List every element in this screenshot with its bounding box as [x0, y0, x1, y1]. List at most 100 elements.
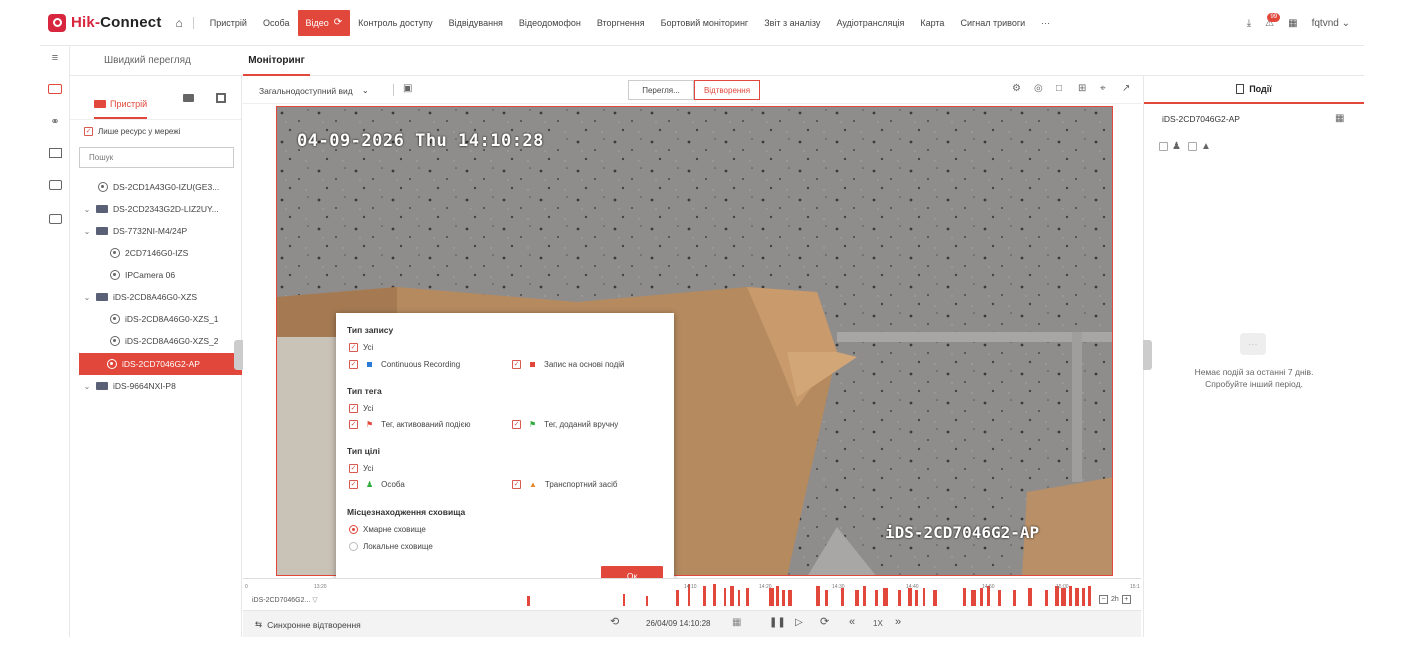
user-menu[interactable]: fqtvnd ⌄	[1312, 18, 1350, 29]
tab-device-list[interactable]: Пристрій	[94, 93, 148, 119]
chevron-down-icon[interactable]: ⌄	[82, 227, 92, 236]
calendar-icon[interactable]: ▦	[1335, 113, 1344, 124]
online-only-label: Лише ресурс у мережі	[98, 127, 181, 136]
nav-item-attendance[interactable]: Відвідування	[441, 0, 511, 45]
notification-icon[interactable]: ⚠ 99	[1265, 12, 1281, 29]
tree-item-camera[interactable]: DS-2CD1A43G0-IZU(GE3...	[70, 176, 241, 198]
next-frame-icon[interactable]: ▷	[795, 617, 803, 628]
tree-item-label: iDS-2CD8A46G0-XZS	[113, 292, 198, 302]
calendar-icon[interactable]: ▦	[732, 617, 741, 628]
nav-item-video-intercom[interactable]: Відеодомофон	[511, 0, 589, 45]
camera-icon	[110, 314, 120, 324]
sync-playback-button[interactable]: ⇆ Синхронне відтворення	[255, 619, 361, 630]
playback-timeline[interactable]: 0 13:20 14:10 14:20 14:30 14:40 14:50 15…	[243, 578, 1141, 610]
speed-up-icon[interactable]: »	[895, 616, 901, 628]
slow-down-icon[interactable]: «	[849, 616, 855, 628]
calendar-icon[interactable]: ▦	[1288, 18, 1297, 29]
timeline-recording-segments	[527, 584, 1091, 606]
grid-icon[interactable]	[216, 93, 226, 103]
nav-item-intrusion[interactable]: Вторгнення	[589, 0, 653, 45]
checkbox-checked-icon: ✓	[512, 360, 521, 369]
tree-item-camera[interactable]: iDS-2CD8A46G0-XZS_1	[70, 308, 241, 330]
event-panel-tab[interactable]: Події	[1144, 76, 1364, 104]
nav-item-audio-broadcast[interactable]: Аудіотрансляція	[828, 0, 912, 45]
layout-icon[interactable]: ⊞	[1078, 83, 1086, 94]
chevron-down-icon[interactable]: ⌄	[82, 293, 92, 302]
video-toolbar: Загальнодоступний вид ⌄ ▣ Перегля... Відт…	[243, 76, 1141, 104]
event-recording-checkbox[interactable]: ✓ Запис на основі подій	[512, 360, 624, 369]
collapse-right-panel-handle[interactable]	[1143, 340, 1152, 370]
zoom-out-icon[interactable]: −	[1099, 595, 1108, 604]
nav-item-analysis-report[interactable]: Звіт з аналізу	[756, 0, 828, 45]
nav-item-video[interactable]: Відео ⟳	[297, 9, 351, 36]
fullscreen-icon[interactable]: ⌖	[1100, 83, 1106, 94]
home-icon[interactable]: ⌂	[176, 16, 183, 30]
settings-icon[interactable]: ⚙	[1012, 83, 1021, 94]
tree-item-nvr[interactable]: ⌄ iDS-9664NXI-P8	[70, 375, 241, 397]
vehicle-filter-checkbox[interactable]	[1187, 142, 1197, 151]
nav-item-alarm[interactable]: Сигнал тривоги	[952, 0, 1033, 45]
tab-monitoring[interactable]: Моніторинг	[243, 46, 310, 76]
nvr-icon	[96, 205, 108, 213]
tree-item-label: IPCamera 06	[125, 270, 176, 280]
target-vehicle-checkbox[interactable]: ✓ ▲ Транспортний засіб	[512, 480, 617, 489]
device-search-input[interactable]	[79, 147, 234, 168]
online-only-checkbox[interactable]: ✓ Лише ресурс у мережі	[84, 127, 180, 136]
folder-icon[interactable]	[183, 94, 194, 102]
person-filter-checkbox[interactable]	[1159, 142, 1168, 151]
tree-item-camera-selected[interactable]: iDS-2CD7046G2-AP	[79, 353, 242, 375]
vehicle-icon: ▲	[529, 480, 537, 489]
forward-10s-icon[interactable]: ⟳	[820, 615, 829, 628]
rewind-10s-icon[interactable]: ⟲	[610, 615, 619, 628]
chevron-down-icon[interactable]: ⌄	[82, 382, 92, 391]
continuous-recording-checkbox[interactable]: ✓ Continuous Recording	[349, 360, 460, 369]
pause-icon[interactable]: ❚❚	[769, 617, 786, 628]
tag-manual-checkbox[interactable]: ✓ ⚑ Тег, доданий вручну	[512, 420, 618, 429]
nav-item-onboard-monitoring[interactable]: Бортовий моніторинг	[653, 0, 757, 45]
tag-event-checkbox[interactable]: ✓ ⚑ Тег, активований подією	[349, 420, 471, 429]
tag-all-checkbox[interactable]: ✓ Усі	[349, 404, 373, 413]
target-icon[interactable]: ◎	[1034, 83, 1043, 94]
tree-item-nvr[interactable]: ⌄ iDS-2CD8A46G0-XZS	[70, 286, 241, 308]
person-icon: ♟	[366, 480, 374, 489]
menu-toggle-icon[interactable]: ≡	[47, 51, 63, 65]
nav-item-person[interactable]: Особа	[255, 0, 298, 45]
nav-item-more[interactable]: ···	[1033, 0, 1058, 45]
tree-item-camera[interactable]: IPCamera 06	[70, 264, 241, 286]
tree-item-nvr[interactable]: ⌄ DS-7732NI-M4/24P	[70, 220, 241, 242]
playback-toggle-button[interactable]: Відтворення	[694, 80, 760, 100]
liveview-toggle-button[interactable]: Перегля...	[628, 80, 694, 100]
local-storage-radio[interactable]: Локальне сховище	[349, 542, 433, 551]
nav-item-device[interactable]: Пристрій	[202, 0, 255, 45]
record-type-title: Тип запису	[347, 325, 394, 335]
record-icon[interactable]	[47, 212, 63, 226]
tree-item-nvr[interactable]: ⌄ DS-2CD2343G2D-LIZ2UY...	[70, 198, 241, 220]
target-person-checkbox[interactable]: ✓ ♟ Особа	[349, 480, 405, 489]
zoom-in-icon[interactable]: +	[1121, 595, 1131, 604]
tab-quick-view[interactable]: Швидкий перегляд	[104, 46, 191, 76]
tree-item-camera[interactable]: 2CD7146G0-IZS	[70, 242, 241, 264]
target-all-checkbox[interactable]: ✓ Усі	[349, 464, 373, 473]
nav-item-map[interactable]: Карта	[912, 0, 952, 45]
download-icon[interactable]: ⤓	[1247, 18, 1251, 29]
nav-item-access-control[interactable]: Контроль доступу	[350, 0, 440, 45]
cloud-storage-radio[interactable]: Хмарне сховище	[349, 525, 426, 534]
chevron-down-icon[interactable]: ⌄	[82, 205, 92, 214]
person-icon: ♟	[1172, 141, 1181, 152]
top-right-area: ⤓ ⚠ 99 ▦ fqtvnd ⌄	[1247, 0, 1350, 46]
popout-icon[interactable]: ↗	[1122, 83, 1130, 94]
tree-item-label: DS-2CD1A43G0-IZU(GE3...	[113, 182, 220, 192]
save-icon[interactable]: ▣	[403, 83, 412, 94]
device-icon	[94, 99, 106, 108]
camera-search-icon[interactable]: ⚭	[47, 114, 63, 128]
view-select[interactable]: Загальнодоступний вид ⌄	[259, 85, 369, 96]
capture-icon[interactable]: □	[1056, 83, 1062, 94]
monitor-icon[interactable]	[47, 82, 63, 96]
tree-item-camera[interactable]: iDS-2CD8A46G0-XZS_2	[70, 330, 241, 352]
event-camera-select[interactable]: iDS-2CD7046G2-AP	[1162, 114, 1240, 124]
history-icon[interactable]	[47, 178, 63, 192]
filter-icon[interactable]: ▽	[312, 597, 317, 604]
playback-icon[interactable]	[47, 146, 63, 160]
record-all-checkbox[interactable]: ✓ Усі	[349, 343, 373, 352]
collapse-left-panel-handle[interactable]	[234, 340, 243, 370]
